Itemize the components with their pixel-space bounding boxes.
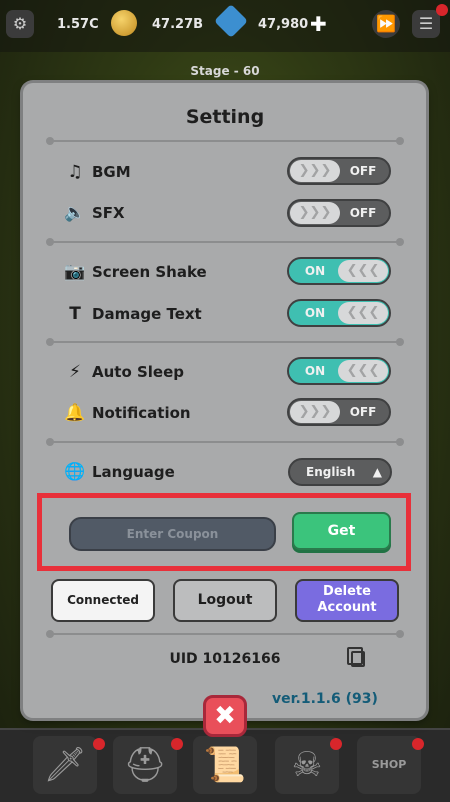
- divider: [46, 238, 404, 246]
- notification-toggle[interactable]: ❯❯❯ OFF: [287, 398, 391, 426]
- toggle-knob: ❮❮❮: [338, 302, 388, 324]
- language-dropdown[interactable]: English ▲: [288, 458, 392, 486]
- uid-label: UID 10126166: [169, 651, 281, 667]
- toggle-knob: ❮❮❮: [338, 260, 388, 282]
- gold-value: 47.27B: [152, 17, 204, 32]
- stage-label: Stage - 60: [190, 64, 260, 78]
- notification-dot: [330, 738, 342, 750]
- toggle-knob: ❮❮❮: [338, 360, 388, 382]
- nav-helmet-icon[interactable]: ⛑: [113, 736, 177, 794]
- notification-dot: [412, 738, 424, 750]
- notification-dot: [436, 4, 448, 16]
- damage-text-icon: T: [69, 304, 81, 324]
- bell-icon: 🔔: [64, 403, 86, 423]
- notification-dot: [93, 738, 105, 750]
- delete-account-button[interactable]: Delete Account: [295, 579, 399, 622]
- toggle-state: ON: [304, 364, 326, 378]
- nav-weapon-icon[interactable]: 🗡: [33, 736, 97, 794]
- auto-sleep-toggle[interactable]: ON ❮❮❮: [287, 357, 391, 385]
- toggle-knob: ❯❯❯: [290, 202, 340, 224]
- toggle-state: OFF: [349, 405, 377, 419]
- toggle-knob: ❯❯❯: [290, 160, 340, 182]
- add-gems-icon[interactable]: ✚: [310, 12, 327, 36]
- screen-shake-toggle[interactable]: ON ❮❮❮: [287, 257, 391, 285]
- close-icon: ✖: [214, 701, 236, 731]
- toggle-state: ON: [304, 264, 326, 278]
- divider: [46, 438, 404, 446]
- close-button[interactable]: ✖: [203, 695, 247, 737]
- damage-text-toggle[interactable]: ON ❮❮❮: [287, 299, 391, 327]
- speaker-icon: 🔈: [64, 203, 86, 223]
- get-button[interactable]: Get: [292, 512, 391, 550]
- bgm-toggle[interactable]: ❯❯❯ OFF: [287, 157, 391, 185]
- gem-value: 47,980: [258, 17, 309, 32]
- stat-value: 1.57C: [57, 17, 99, 32]
- auto-sleep-label: Auto Sleep: [92, 363, 185, 381]
- apple-connected-button[interactable]: Connected: [51, 579, 155, 622]
- version-label: ver.1.1.6 (93): [272, 691, 378, 707]
- divider: [46, 338, 404, 346]
- bgm-label: BGM: [92, 163, 131, 181]
- notification-label: Notification: [92, 404, 191, 422]
- sfx-label: SFX: [92, 204, 125, 222]
- language-value: English: [306, 465, 356, 479]
- toggle-state: OFF: [349, 206, 377, 220]
- fast-forward-icon[interactable]: ⏩: [372, 10, 400, 38]
- chevron-up-icon: ▲: [372, 465, 382, 479]
- toggle-knob: ❯❯❯: [290, 401, 340, 423]
- screen-shake-label: Screen Shake: [92, 263, 207, 281]
- divider: [46, 137, 404, 145]
- damage-text-label: Damage Text: [92, 305, 202, 323]
- sfx-toggle[interactable]: ❯❯❯ OFF: [287, 199, 391, 227]
- logout-button[interactable]: Logout: [173, 579, 277, 622]
- settings-gear-icon[interactable]: ⚙: [6, 10, 34, 38]
- divider: [46, 630, 404, 638]
- copy-icon[interactable]: [347, 647, 365, 667]
- toggle-state: OFF: [349, 164, 377, 178]
- notification-dot: [171, 738, 183, 750]
- toggle-state: ON: [304, 306, 326, 320]
- settings-title: Setting: [185, 106, 265, 128]
- menu-icon[interactable]: ☰: [412, 10, 440, 38]
- nav-scroll-icon[interactable]: 📜: [193, 736, 257, 794]
- globe-icon: 🌐: [64, 462, 86, 482]
- gold-coin-icon: [111, 10, 137, 36]
- music-note-icon: ♫: [67, 162, 83, 182]
- language-label: Language: [92, 463, 175, 481]
- coupon-input[interactable]: Enter Coupon: [69, 517, 276, 551]
- lightning-icon: ⚡: [69, 362, 81, 382]
- connected-label: Connected: [67, 593, 139, 607]
- camera-icon: 📷: [64, 262, 86, 282]
